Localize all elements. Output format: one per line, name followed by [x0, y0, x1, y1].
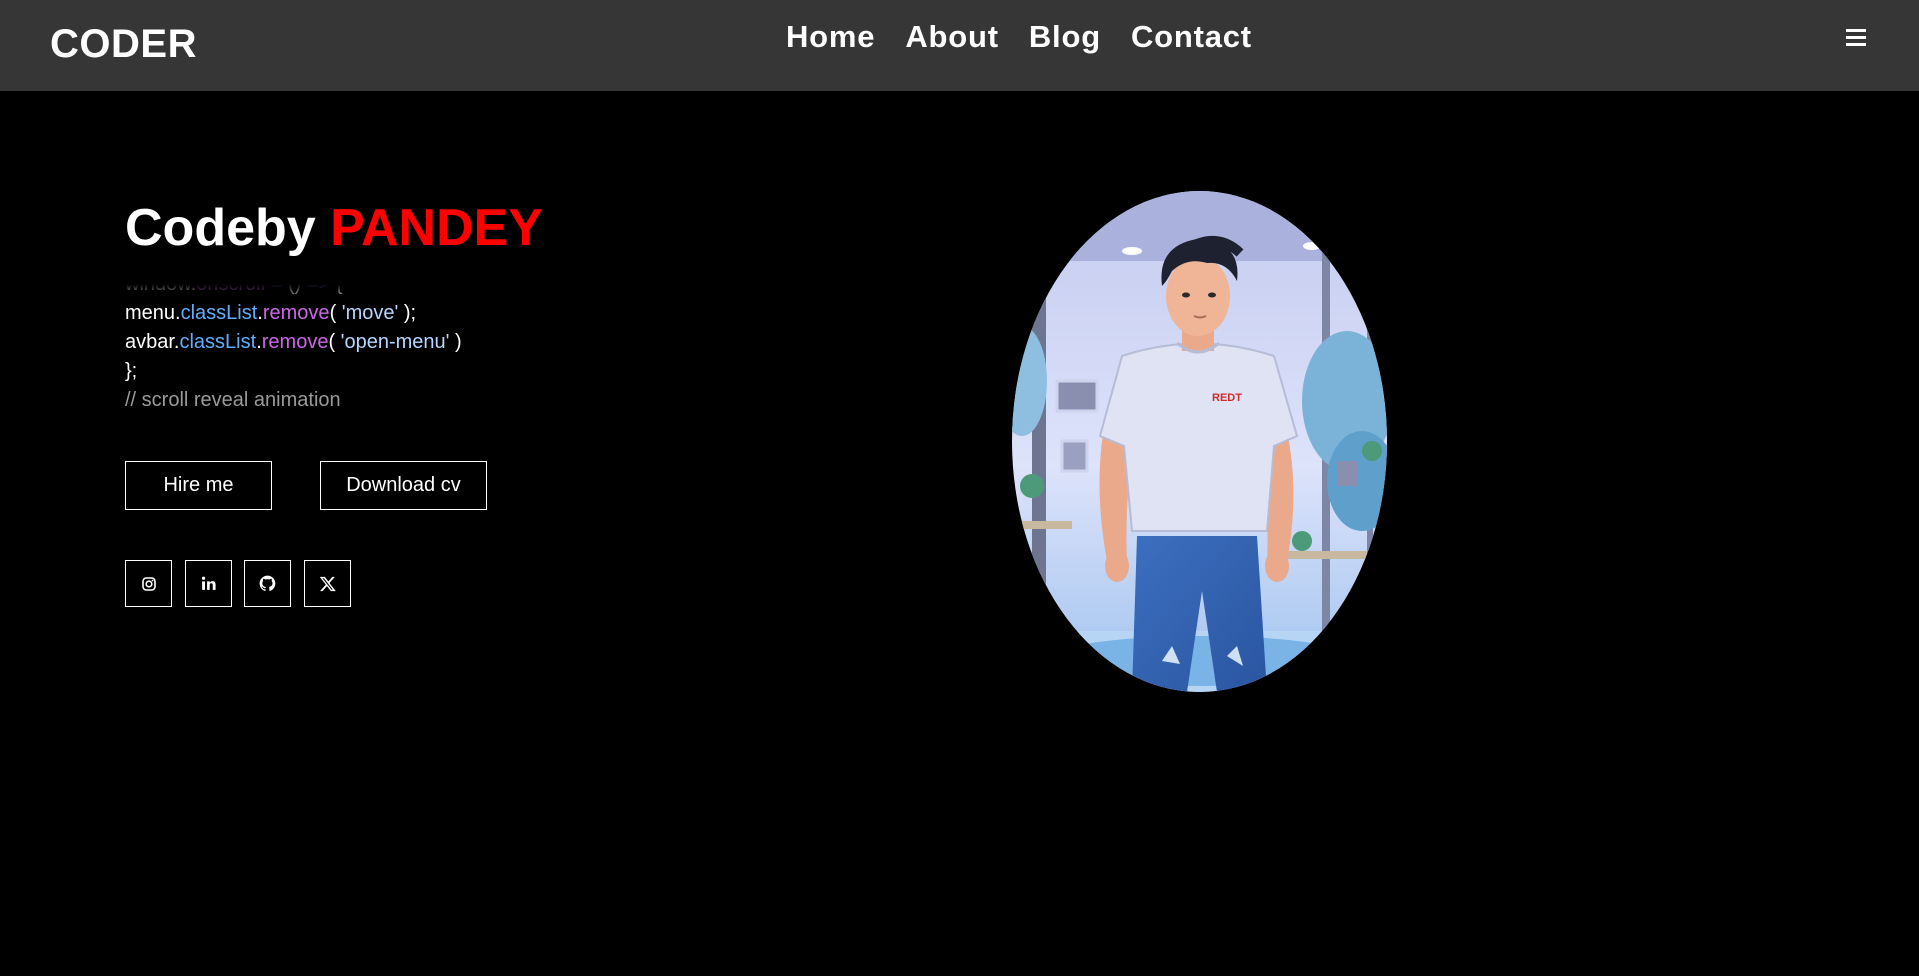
- code-token: =: [265, 284, 288, 295]
- site-header: CODER Home About Blog Contact: [0, 0, 1919, 91]
- hero-title-accent: PANDEY: [330, 199, 543, 257]
- github-icon: [259, 575, 276, 592]
- code-token: classList: [180, 302, 258, 324]
- code-token: avbar.: [125, 331, 180, 353]
- profile-portrait: REDT: [1012, 191, 1387, 692]
- code-token: (: [328, 331, 341, 353]
- code-token: menu.: [125, 302, 181, 324]
- code-token: =>: [306, 284, 336, 295]
- nav-link-about[interactable]: About: [905, 19, 999, 55]
- code-token: (): [287, 284, 307, 295]
- code-line: menu.classList.remove( 'move' );: [125, 299, 685, 328]
- x-icon: [319, 576, 336, 591]
- x-link[interactable]: [304, 560, 351, 607]
- code-token: 'open-menu': [340, 331, 450, 353]
- hero-title: Codeby PANDEY: [125, 198, 543, 258]
- hire-me-button[interactable]: Hire me: [125, 461, 272, 510]
- code-line: };: [125, 357, 685, 386]
- linkedin-icon: [201, 576, 216, 590]
- nav-link-blog[interactable]: Blog: [1029, 19, 1101, 55]
- code-token: ): [449, 331, 462, 353]
- nav-link-contact[interactable]: Contact: [1131, 19, 1252, 55]
- code-token: classList: [179, 331, 257, 353]
- code-line: avbar.classList.remove( 'open-menu' ): [125, 328, 685, 357]
- code-token: onscroll: [196, 284, 266, 295]
- site-logo[interactable]: CODER: [50, 22, 197, 67]
- code-token: window.: [125, 284, 197, 295]
- instagram-link[interactable]: [125, 560, 172, 607]
- instagram-icon: [141, 576, 156, 591]
- github-link[interactable]: [244, 560, 291, 607]
- hamburger-menu-icon[interactable]: [1842, 28, 1869, 48]
- main-nav: Home About Blog Contact: [786, 19, 1252, 55]
- code-token: };: [125, 360, 138, 382]
- code-token: remove: [261, 331, 329, 353]
- hero-title-prefix: Codeby: [125, 199, 331, 257]
- code-lines: window.onscroll = () => {menu.classList.…: [125, 284, 685, 415]
- download-cv-button[interactable]: Download cv: [320, 461, 487, 510]
- code-token: (: [329, 302, 342, 324]
- code-token: {: [335, 284, 343, 295]
- shirt-print-text: REDT: [1212, 392, 1242, 404]
- code-token: // scroll reveal animation: [125, 389, 341, 411]
- code-token: );: [398, 302, 417, 324]
- code-line: window.onscroll = () => {: [125, 284, 685, 299]
- nav-link-home[interactable]: Home: [786, 19, 875, 55]
- code-snippet: window.onscroll = () => {menu.classList.…: [125, 284, 685, 430]
- linkedin-link[interactable]: [185, 560, 232, 607]
- code-line: // scroll reveal animation: [125, 386, 685, 415]
- code-token: remove: [262, 302, 330, 324]
- portrait-illustration: REDT: [1012, 191, 1387, 692]
- code-token: 'move': [341, 302, 399, 324]
